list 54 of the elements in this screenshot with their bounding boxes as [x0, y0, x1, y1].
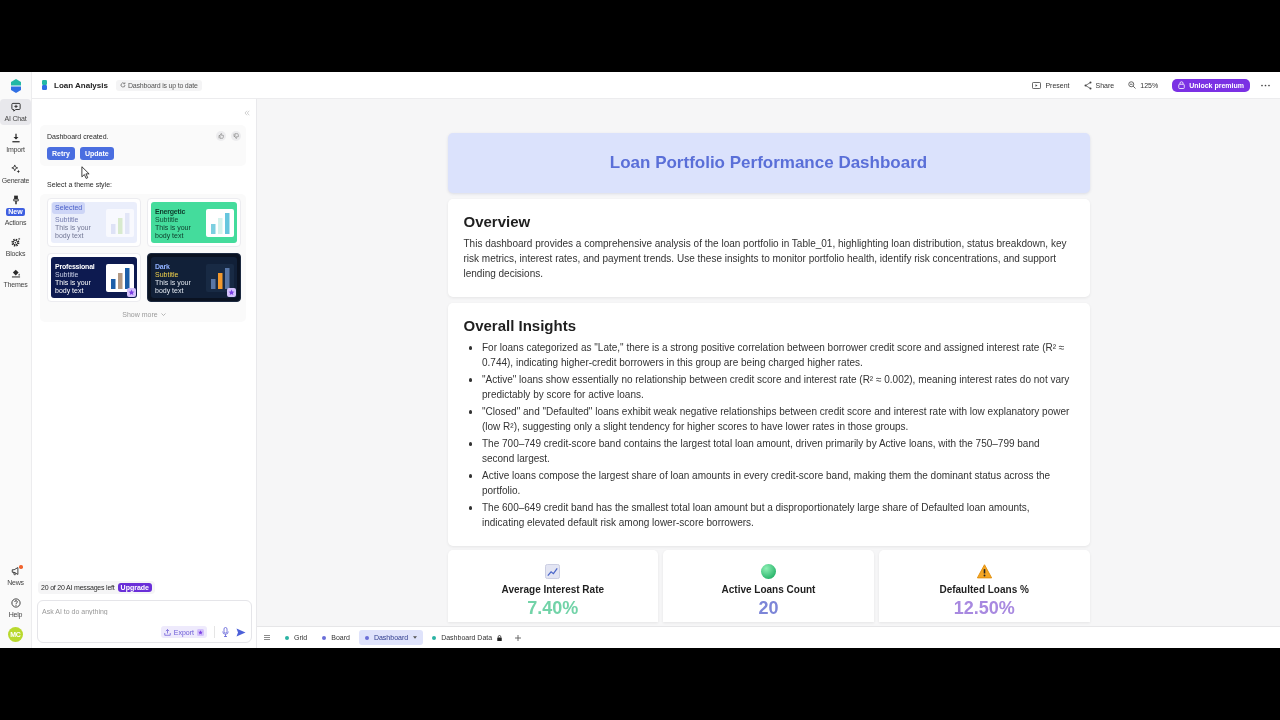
- insight-text: The 600–649 credit band has the smallest total loan amount but a disproportionately large share of Defaulted loan amounts, indicating elevated default risk among lower-score borrowers.: [482, 501, 1031, 530]
- bullet-icon: [468, 506, 472, 510]
- menu-icon[interactable]: [264, 635, 270, 640]
- warning-icon: [976, 564, 992, 579]
- zoom-icon: [1128, 81, 1137, 89]
- dashboard-title: Loan Portfolio Performance Dashboard: [609, 153, 928, 173]
- logo-icon[interactable]: [10, 79, 21, 93]
- upload-icon: [163, 628, 171, 636]
- paint-bucket-icon: [10, 268, 21, 278]
- insight-text: The 700–749 credit-score band contains the largest total loan amount, driven primarily by Active loans, with the 750–799 band second largest.: [482, 437, 1041, 466]
- lock-icon: [1178, 81, 1186, 89]
- kpi-value: 7.40%: [527, 598, 579, 618]
- add-icon[interactable]: [515, 634, 522, 641]
- line-chart-icon: [545, 564, 561, 579]
- refresh-icon: [119, 82, 126, 88]
- bar-chart-thumbnail: [106, 263, 134, 292]
- insight-text: "Closed" and "Defaulted" loans exhibit weak negative relationships between credit score and interest rate with low explanatory power (low R²), suggesting only a slight tendency for higher scores to have lower rates in those groups.: [482, 405, 1071, 434]
- brush-icon: [10, 195, 21, 205]
- bar-chart-thumbnail: [206, 263, 234, 292]
- bullet-icon: [468, 474, 472, 478]
- bullet-icon: [468, 410, 472, 414]
- bullet-icon: [468, 442, 472, 446]
- help-icon: [10, 598, 21, 608]
- bar-chart-thumbnail: [206, 208, 234, 237]
- kpi-title: Average Interest Rate: [501, 584, 605, 596]
- insight-text: Active loans compose the largest share of loan amounts in every credit-score band, making them the dominant status across the portfolio.: [482, 469, 1052, 498]
- download-icon: [10, 133, 21, 143]
- kpi-title: Defaulted Loans %: [939, 584, 1029, 596]
- section-heading: Overall Insights: [463, 317, 578, 335]
- present-icon: [1032, 81, 1042, 89]
- document-title: Loan Analysis: [54, 80, 108, 90]
- section-text: This dashboard provides a comprehensive analysis of the loan portfolio in Table_01, highlighting loan distribution, status breakdown, key risk metrics, interest rates, and payment trends. Use these insights to monitor portfolio health, identify risk concentrations, and support lending decisions.: [463, 237, 1068, 281]
- insight-text: "Active" loans show essentially no relationship between credit score and interest rate (R² ≈ 0.002), meaning interest rates do not vary predictably by score for active loans.: [482, 373, 1071, 402]
- more-icon[interactable]: [1261, 83, 1270, 87]
- sparkles-icon: [10, 164, 21, 174]
- kpi-value: 12.50%: [953, 598, 1015, 618]
- microphone-icon[interactable]: [222, 627, 229, 637]
- document-icon: [42, 80, 47, 90]
- chevron-down-icon: [160, 313, 166, 316]
- share-icon: [1083, 80, 1092, 90]
- send-icon[interactable]: [236, 627, 246, 637]
- bullet-icon: [468, 378, 472, 382]
- insight-text: For loans categorized as "Late," there is a strong positive correlation between borrower credit score and assigned interest rate (R² ≈ 0.744), indicating higher-credit borrowers in this group are being charged higher rates.: [482, 341, 1066, 370]
- bullet-icon: [468, 346, 472, 350]
- caret-icon: [413, 636, 418, 639]
- chat-add-icon: [10, 102, 21, 112]
- section-heading: Overview: [463, 213, 532, 231]
- thumbs-up-icon[interactable]: [216, 131, 226, 141]
- kpi-value: 20: [758, 598, 779, 618]
- sphere-icon: [761, 564, 776, 579]
- kpi-title: Active Loans Count: [721, 584, 816, 596]
- megaphone-icon: [10, 566, 21, 576]
- thumbs-down-icon[interactable]: [231, 131, 241, 141]
- gear-icon: [10, 237, 21, 247]
